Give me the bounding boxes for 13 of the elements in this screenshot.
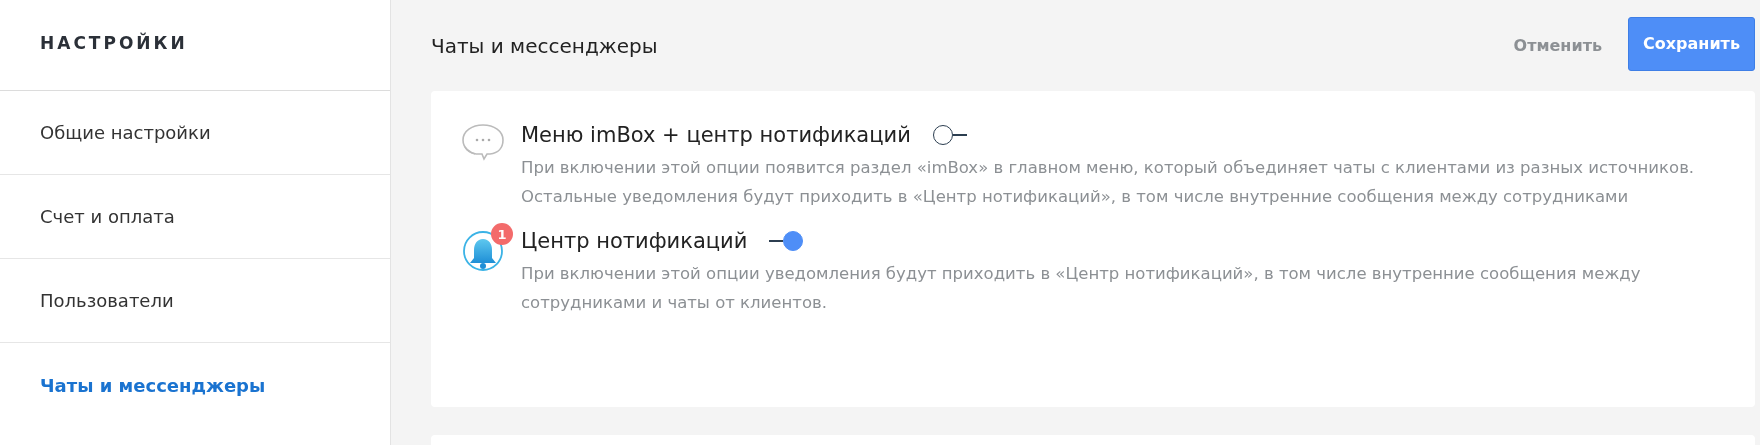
option-description: При включении этой опции появится раздел «imBox» в главном меню, который объединяет чаты с клиентами из разных источников. Остальные уведомления будут приходить в «Центр нотификаций», в том числе внутренние сообщения между сотрудниками — [521, 157, 1696, 208]
sidebar-item[interactable]: Общие настройки — [0, 91, 390, 175]
notification-count: 1 — [491, 223, 513, 245]
option-title: Меню imBox + центр нотификаций — [521, 123, 911, 147]
toggle-switch[interactable] — [769, 230, 804, 252]
sidebar-title: НАСТРОЙКИ — [0, 0, 390, 91]
sidebar-item[interactable]: Счет и оплата — [0, 175, 390, 259]
sidebar-item[interactable]: Пользователи — [0, 259, 390, 343]
page-title: Чаты и мессенджеры — [431, 33, 659, 58]
sidebar-item[interactable]: Чаты и мессенджеры — [0, 343, 390, 427]
option-title: Центр нотификаций — [521, 229, 748, 253]
toggle-switch[interactable] — [932, 124, 967, 146]
option-description: При включении этой опции уведомления будут приходить в «Центр нотификаций», в том числе внутренние сообщения между сотрудниками и чаты от клиентов. — [521, 263, 1642, 314]
